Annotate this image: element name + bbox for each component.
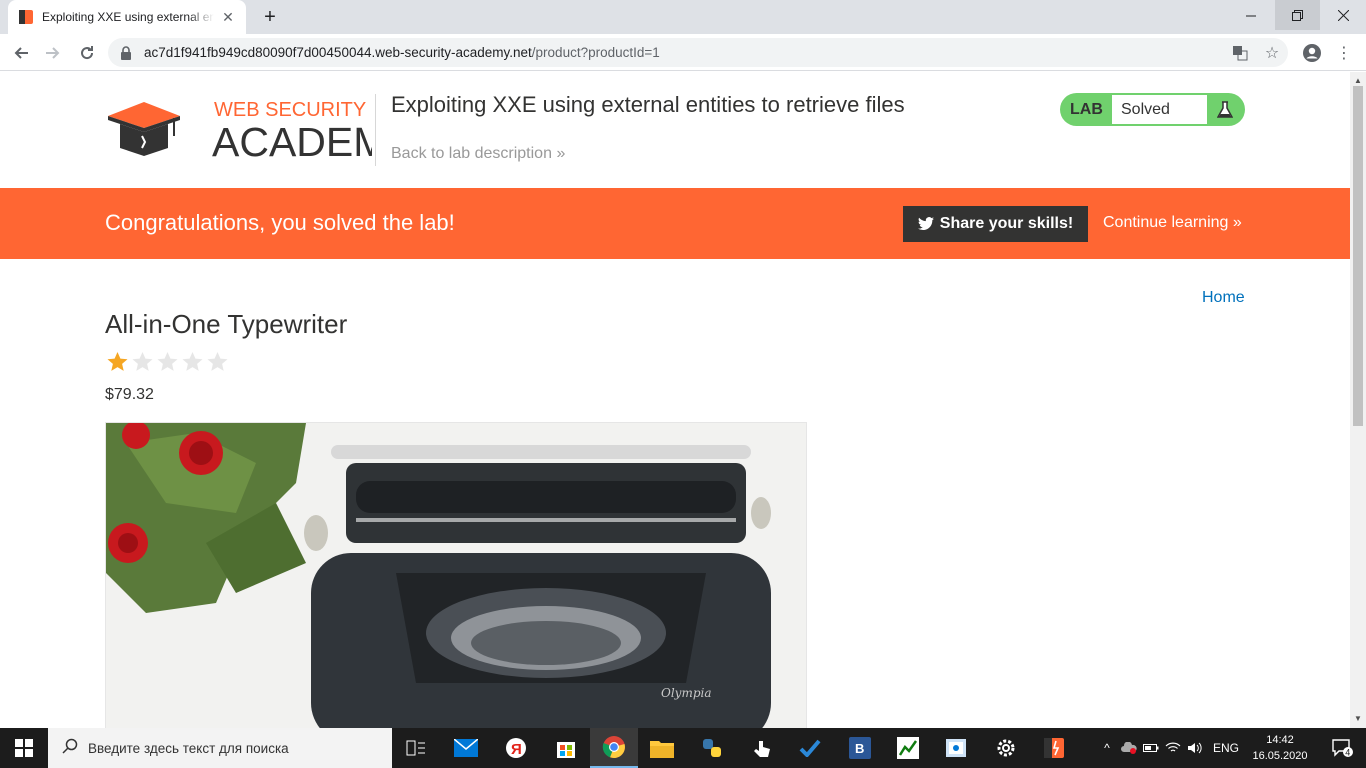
settings-gear-icon[interactable] [982,728,1030,768]
onedrive-icon[interactable] [1118,742,1140,754]
input-language[interactable]: ENG [1210,741,1242,755]
lab-status-text: Solved [1112,95,1207,124]
windows-start-button[interactable] [0,728,48,768]
forward-arrow-icon[interactable] [40,40,66,66]
system-tray: ^ ENG [1096,728,1242,768]
microsoft-store-icon[interactable] [542,728,590,768]
back-arrow-icon[interactable] [8,40,34,66]
product-rating [105,350,230,374]
star-empty-icon [157,352,178,371]
flask-icon [1207,100,1243,119]
star-empty-icon [207,352,228,371]
web-page: WEB SECURITY ACADEMY Exploiting XXE usin… [0,72,1350,728]
browser-tab[interactable]: Exploiting XXE using external entities t… [8,0,246,34]
product-price: $79.32 [105,386,154,403]
scrollbar-thumb[interactable] [1353,86,1363,426]
vk-app-icon[interactable]: B [836,728,884,768]
page-scrollbar[interactable]: ▲ ▼ [1350,72,1366,728]
svg-text:Я: Я [511,741,522,758]
wifi-icon[interactable] [1162,742,1184,754]
back-to-lab-description-link[interactable]: Back to lab description » [391,145,565,163]
twitter-icon [917,217,934,231]
translate-icon[interactable] [1230,43,1250,63]
share-your-skills-button[interactable]: Share your skills! [903,206,1088,242]
file-explorer-icon[interactable] [638,728,686,768]
battery-icon[interactable] [1140,743,1162,753]
burp-suite-icon[interactable] [1030,728,1078,768]
reload-icon[interactable] [74,40,100,66]
svg-text:Olympia: Olympia [661,686,712,700]
web-security-academy-logo[interactable]: WEB SECURITY ACADEMY [106,96,415,166]
lab-label: LAB [1070,100,1103,118]
clock-date: 16.05.2020 [1252,750,1308,762]
show-hidden-icons-chevron-icon[interactable]: ^ [1096,741,1118,755]
browser-toolbar: ac7d1f941fb949cd80090f7d00450044.web-sec… [0,34,1366,71]
search-icon [62,738,78,759]
url-host: ac7d1f941fb949cd80090f7d00450044.web-sec… [144,45,532,60]
portswigger-favicon-icon [18,9,34,25]
action-center-icon[interactable]: 4 [1318,728,1366,768]
product-image: Olympia [105,422,807,728]
taskbar-clock[interactable]: 14:42 16.05.2020 [1250,732,1310,764]
clock-time: 14:42 [1266,734,1294,746]
header-divider [375,94,376,166]
lab-solved-banner: Congratulations, you solved the lab! Sha… [0,188,1350,259]
star-empty-icon [132,352,153,371]
browser-menu-icon[interactable]: ⋮ [1334,43,1354,63]
scroll-down-icon[interactable]: ▼ [1354,714,1362,723]
scroll-up-icon[interactable]: ▲ [1354,76,1362,85]
profile-avatar-icon[interactable] [1302,43,1322,63]
todo-checkmark-icon[interactable] [786,728,834,768]
task-view-icon[interactable] [392,728,440,768]
typewriter-illustration: Olympia [304,445,771,728]
url-text: ac7d1f941fb949cd80090f7d00450044.web-sec… [144,45,660,60]
volume-icon[interactable] [1184,742,1206,754]
bookmark-star-icon[interactable]: ☆ [1262,43,1282,63]
chrome-icon[interactable] [590,728,638,768]
window-minimize-button[interactable] [1229,0,1274,30]
double-chevron-icon: » [1232,214,1242,231]
lab-title: Exploiting XXE using external entities t… [391,92,905,117]
logo-line1: WEB SECURITY [214,99,366,121]
paint-app-icon[interactable] [932,728,980,768]
browser-tab-strip: Exploiting XXE using external entities t… [0,0,1366,34]
congratulations-message: Congratulations, you solved the lab! [105,210,455,235]
logo-line2: ACADEMY [212,119,372,165]
chart-app-icon[interactable] [884,728,932,768]
taskbar-search-box[interactable]: Введите здесь текст для поиска [48,728,392,768]
continue-learning-link[interactable]: Continue learning » [1103,214,1242,232]
window-close-button[interactable] [1321,0,1366,30]
lock-icon [120,45,134,60]
back-link-label: Back to lab description [391,145,552,162]
yandex-browser-icon[interactable]: Я [492,728,540,768]
windows-taskbar: Введите здесь текст для поиска Я B ^ ENG… [0,728,1366,768]
academy-header: WEB SECURITY ACADEMY Exploiting XXE usin… [0,72,1350,188]
new-tab-button[interactable]: + [258,6,282,28]
tab-title: Exploiting XXE using external entities t… [42,10,214,24]
product-title: All-in-One Typewriter [105,309,348,339]
touch-app-icon[interactable] [738,728,786,768]
double-chevron-icon: » [556,145,566,162]
svg-text:B: B [855,741,864,756]
search-placeholder: Введите здесь текст для поиска [88,740,289,756]
star-filled-icon [107,352,128,371]
continue-label: Continue learning [1103,214,1229,231]
star-empty-icon [182,352,203,371]
url-path: /product?productId=1 [531,45,660,60]
tab-close-icon[interactable]: ✕ [220,9,236,25]
python-icon[interactable] [688,728,736,768]
notification-count: 4 [1345,748,1350,758]
lab-status-badge: LAB Solved [1060,93,1245,126]
window-restore-button[interactable] [1275,0,1320,30]
address-bar[interactable]: ac7d1f941fb949cd80090f7d00450044.web-sec… [108,38,1288,67]
share-label: Share your skills! [939,215,1074,232]
home-link[interactable]: Home [1202,289,1245,307]
mail-icon[interactable] [442,728,490,768]
